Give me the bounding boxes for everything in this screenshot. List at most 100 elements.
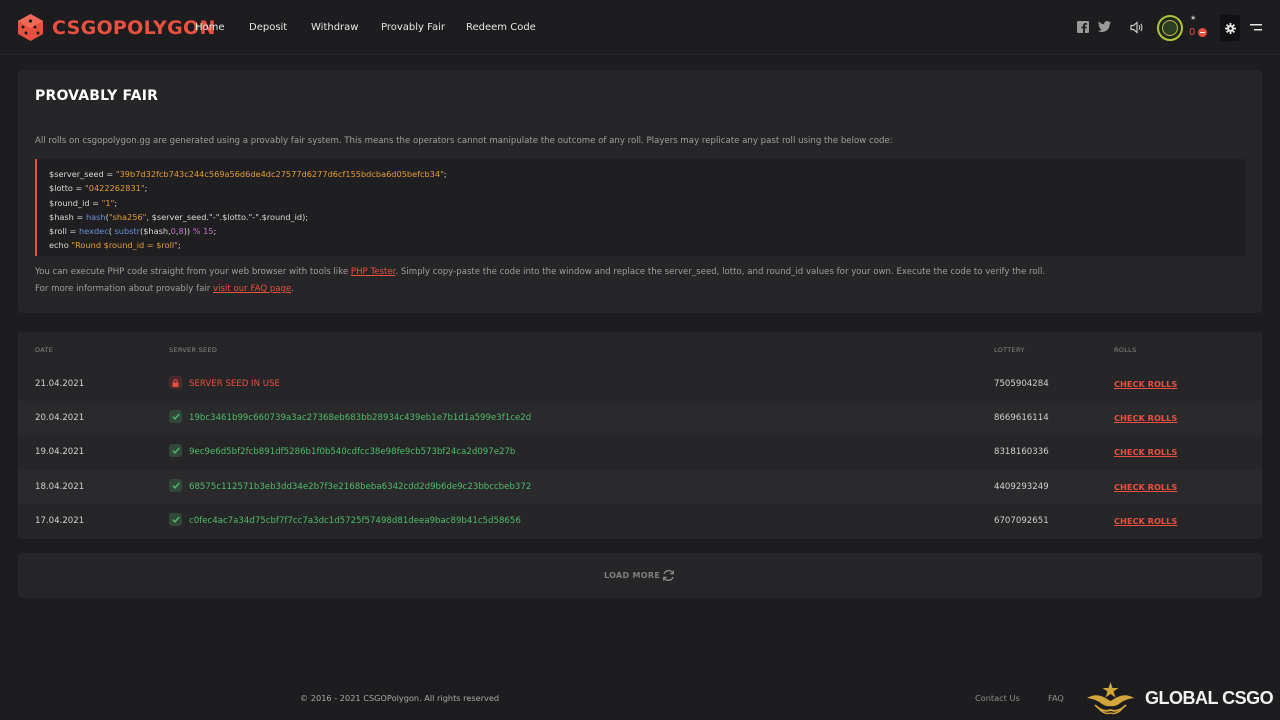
nav-withdraw[interactable]: Withdraw [311, 22, 381, 33]
code-token: ; [443, 169, 447, 179]
top-header: CSGOPOLYGON Home Deposit Withdraw Provab… [0, 0, 1280, 55]
row-lottery: 6707092651 [994, 516, 1049, 526]
code-function: hash [85, 211, 106, 222]
faq-page-link[interactable]: visit our FAQ page [213, 284, 291, 294]
php-tester-link[interactable]: PHP Tester [351, 267, 396, 277]
avatar-badge-icon [1162, 20, 1178, 36]
speaker-icon[interactable] [1130, 21, 1144, 34]
row-lottery: 4409293249 [994, 482, 1049, 492]
check-rolls-link[interactable]: CHECK ROLLS [1114, 413, 1177, 423]
balance-display: 0 [1189, 27, 1208, 38]
main-nav: Home Deposit Withdraw Provably Fair Rede… [195, 0, 546, 55]
row-date: 19.04.2021 [35, 447, 85, 457]
footer-faq-link[interactable]: FAQ [1048, 693, 1064, 703]
code-token: $roll = [49, 226, 80, 237]
check-icon [169, 513, 182, 526]
code-line: $roll = hexdec( substr($hash,0,8)) % 15; [49, 224, 1245, 238]
table-row: 20.04.2021 19bc3461b99c660739a3ac27368eb… [18, 401, 1262, 435]
check-icon [169, 410, 182, 423]
column-header-lottery: LOTTERY [994, 346, 1025, 354]
settings-button[interactable] [1220, 15, 1240, 41]
facebook-icon[interactable] [1077, 21, 1089, 33]
row-lottery: 7505904284 [994, 379, 1049, 389]
row-server-seed: 68575c112571b3eb3dd34e2b7f3e2168beba6342… [189, 482, 532, 492]
nav-home[interactable]: Home [195, 22, 249, 33]
copyright-text: © 2016 - 2021 CSGOPolygon. All rights re… [300, 693, 500, 703]
code-token: )) [183, 226, 193, 237]
avatar[interactable] [1157, 15, 1183, 41]
balance-value: 0 [1189, 27, 1196, 38]
code-number: % 15 [192, 226, 214, 237]
coin-icon [1198, 28, 1208, 37]
nav-provably-fair[interactable]: Provably Fair [381, 22, 466, 33]
balance-star-icon: ★ [1190, 14, 1197, 22]
code-string: "sha256" [108, 211, 147, 222]
faq-note: For more information about provably fair… [35, 284, 294, 294]
column-header-date: DATE [35, 346, 54, 354]
code-token: echo [49, 240, 72, 251]
code-token: ; [114, 197, 118, 208]
check-rolls-link[interactable]: CHECK ROLLS [1114, 447, 1177, 457]
provably-fair-card: PROVABLY FAIR All rolls on csgopolygon.g… [18, 70, 1262, 313]
load-more-label: LOAD MORE [604, 571, 661, 580]
row-lottery: 8669616114 [994, 413, 1049, 423]
row-server-seed: 19bc3461b99c660739a3ac27368eb683bb28934c… [189, 413, 532, 423]
code-token: ; [177, 240, 181, 251]
check-icon [169, 479, 182, 492]
table-row: 21.04.2021 SERVER SEED IN USE 7505904284… [18, 367, 1262, 401]
row-server-seed: 9ec9e6d5bf2fcb891df5286b1f0b540cdfcc38e9… [189, 447, 516, 457]
global-csgo-watermark: GLOBAL CSGO [1145, 688, 1274, 708]
note-text: . [291, 284, 295, 294]
brand-name: CSGOPOLYGON [52, 16, 216, 39]
code-block: $server_seed = "39b7d32fcb743c244c569a56… [35, 159, 1245, 256]
table-row: 19.04.2021 9ec9e6d5bf2fcb891df5286b1f0b5… [18, 435, 1262, 469]
code-string: "39b7d32fcb743c244c569a56d6de4dc27577d62… [115, 169, 444, 179]
row-lottery: 8318160336 [994, 447, 1049, 457]
code-line: $server_seed = "39b7d32fcb743c244c569a56… [49, 167, 1245, 181]
contact-us-link[interactable]: Contact Us [975, 693, 1020, 703]
twitter-icon[interactable] [1098, 21, 1111, 32]
row-date: 18.04.2021 [35, 482, 85, 492]
code-function: substr [114, 226, 141, 237]
menu-icon[interactable] [1250, 24, 1262, 32]
code-string: "Round $round_id = $roll" [71, 240, 178, 251]
site-logo[interactable]: CSGOPOLYGON [16, 13, 216, 42]
code-string: "0422262831" [85, 183, 145, 194]
code-token: ; [213, 226, 217, 237]
page-title: PROVABLY FAIR [35, 88, 159, 104]
code-token: $round_id = [49, 197, 102, 208]
code-string: "1" [101, 197, 115, 208]
column-header-rolls: ROLLS [1114, 346, 1137, 354]
check-rolls-link[interactable]: CHECK ROLLS [1114, 482, 1177, 492]
code-token: ($hash, [140, 226, 171, 237]
nav-deposit[interactable]: Deposit [249, 22, 311, 33]
table-row: 17.04.2021 c0fec4ac7a34d75cbf7f7cc7a3dc1… [18, 504, 1262, 538]
row-server-seed: SERVER SEED IN USE [189, 379, 280, 389]
note-text: For more information about provably fair [35, 284, 214, 294]
load-more-button[interactable]: LOAD MORE [18, 553, 1262, 598]
code-token: , $server_seed."-".$lotto."-".$round_id)… [146, 211, 309, 222]
column-header-server-seed: SERVER SEED [169, 346, 218, 354]
check-icon [169, 444, 182, 457]
code-line: $hash = hash("sha256", $server_seed."-".… [49, 210, 1245, 224]
global-csgo-logo-icon [1087, 682, 1134, 715]
code-token: ; [144, 183, 148, 194]
nav-redeem-code[interactable]: Redeem Code [466, 22, 546, 33]
code-token: $hash = [49, 211, 86, 222]
php-tester-note: You can execute PHP code straight from y… [35, 267, 1045, 277]
note-text: . Simply copy-paste the code into the wi… [395, 267, 1046, 277]
code-line: $lotto = "0422262831"; [49, 181, 1245, 195]
dice-logo-icon [18, 14, 43, 41]
table-row: 18.04.2021 68575c112571b3eb3dd34e2b7f3e2… [18, 470, 1262, 504]
lock-icon [169, 376, 182, 389]
seeds-table: DATE SERVER SEED LOTTERY ROLLS 21.04.202… [18, 332, 1262, 539]
code-line: echo "Round $round_id = $roll"; [49, 238, 1245, 252]
check-rolls-link[interactable]: CHECK ROLLS [1114, 379, 1177, 389]
note-text: You can execute PHP code straight from y… [35, 267, 351, 277]
refresh-icon [663, 570, 674, 581]
row-date: 21.04.2021 [35, 379, 85, 389]
code-token: $server_seed = [49, 169, 116, 179]
gear-icon [1224, 22, 1236, 34]
row-server-seed: c0fec4ac7a34d75cbf7f7cc7a3dc1d5725f57498… [189, 516, 521, 526]
check-rolls-link[interactable]: CHECK ROLLS [1114, 516, 1177, 526]
